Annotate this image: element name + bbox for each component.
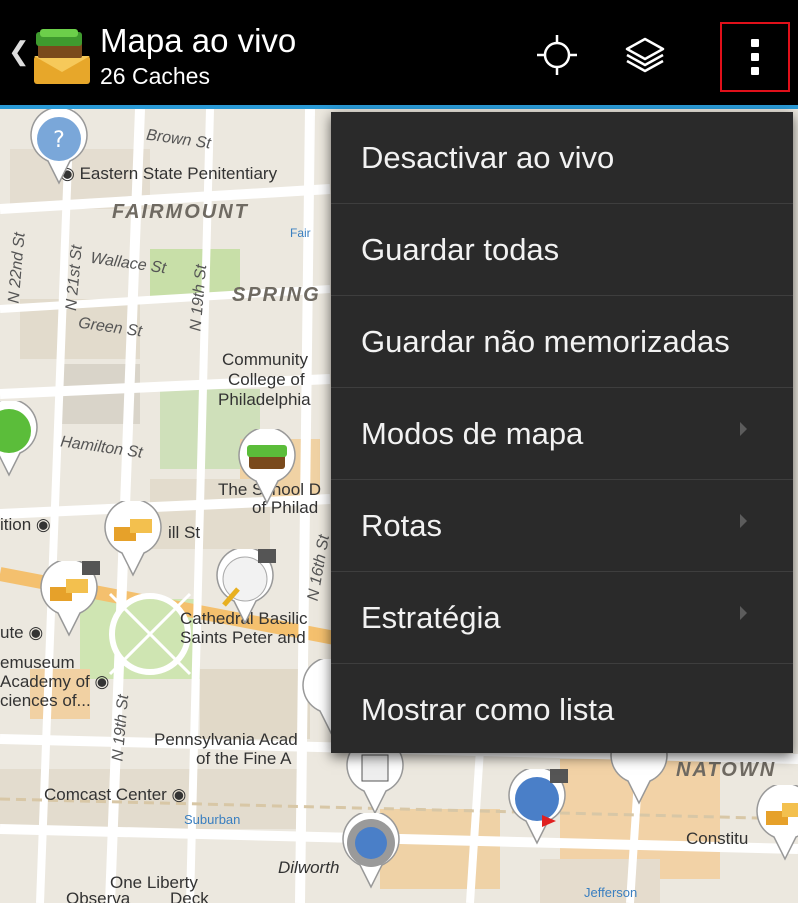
cache-pin-multi-icon[interactable] [38, 561, 100, 637]
map-poi-label: Academy of ◉ [0, 672, 110, 691]
cache-pin-mystery-icon[interactable] [506, 769, 568, 845]
map-poi-label: ill St [168, 523, 201, 542]
menu-item-label: Guardar todas [361, 231, 560, 267]
overflow-menu-button[interactable] [720, 22, 790, 92]
map-poi-label: Community [222, 350, 308, 369]
map-poi-label: emuseum [0, 653, 75, 672]
cache-pin-multi-icon[interactable] [754, 785, 798, 861]
menu-item-label: Rotas [361, 507, 442, 543]
map-poi-label: Constitu [686, 829, 749, 848]
map-poi-label: ute ◉ [0, 623, 44, 642]
cache-count: 26 Caches [100, 63, 210, 89]
map-poi-label: Jefferson [584, 885, 638, 900]
menu-item-label: Modos de mapa [361, 415, 584, 451]
menu-item-label: Guardar não memorizadas [361, 323, 730, 359]
more-vertical-icon [751, 36, 759, 78]
submenu-arrow-icon [740, 514, 747, 528]
menu-item-label: Mostrar como lista [361, 691, 615, 727]
menu-item-desactivar-ao-vivo[interactable]: Desactivar ao vivo [331, 112, 793, 204]
map-poi-label: Comcast Center ◉ [44, 785, 187, 804]
menu-item-guardar-nao-memorizadas[interactable]: Guardar não memorizadas [331, 296, 793, 388]
menu-item-label: Estratégia [361, 599, 501, 635]
menu-item-rotas[interactable]: Rotas [331, 480, 793, 572]
layers-icon [625, 37, 665, 73]
map-district-label: FAIRMOUNT [112, 201, 249, 223]
map-district-label: NATOWN [676, 759, 777, 781]
back-chevron-icon[interactable]: ❮ [8, 38, 30, 64]
submenu-arrow-icon [740, 422, 747, 436]
map-poi-label: Philadelphia [218, 390, 311, 409]
map-poi-label: Fair [290, 226, 311, 240]
map-poi-label: ciences of... [0, 691, 91, 710]
submenu-arrow-icon [740, 606, 747, 620]
map-poi-label: Saints Peter and [180, 628, 306, 647]
map-poi-label: Pennsylvania Acad [154, 730, 298, 749]
cache-pin-mystery-icon[interactable] [340, 813, 402, 889]
menu-item-label: Desactivar ao vivo [361, 139, 615, 175]
map-poi-label: ition ◉ [0, 515, 51, 534]
map-poi-label: Suburban [184, 812, 241, 827]
svg-text:?: ? [53, 128, 65, 153]
overflow-menu: Desactivar ao vivo Guardar todas Guardar… [331, 112, 793, 753]
cache-pin-event-icon[interactable] [214, 549, 276, 625]
app-bar: ❮ Mapa ao vivo 26 Caches [0, 0, 798, 105]
menu-item-estrategia[interactable]: Estratégia [331, 572, 793, 664]
app-title: Mapa ao vivo [100, 22, 297, 59]
map-poi-label: of the Fine A [196, 749, 292, 768]
menu-item-mostrar-como-lista[interactable]: Mostrar como lista [331, 664, 793, 755]
map-poi-label: Deck [170, 889, 209, 903]
my-location-button[interactable] [522, 20, 592, 90]
map-poi-label: College of [228, 370, 305, 389]
map-poi-label: Observa [66, 889, 131, 903]
cache-pin-mystery-icon[interactable]: ? [28, 109, 90, 185]
cache-pin-multi-icon[interactable] [102, 501, 164, 577]
map-district-label: SPRING [232, 284, 321, 306]
app-logo-icon[interactable] [30, 26, 96, 88]
my-location-crosshair-icon [537, 35, 577, 75]
map-layers-button[interactable] [610, 20, 680, 90]
menu-item-modos-de-mapa[interactable]: Modos de mapa [331, 388, 793, 480]
cache-pin-traditional-icon[interactable] [236, 429, 298, 505]
menu-item-guardar-todas[interactable]: Guardar todas [331, 204, 793, 296]
map-poi-label: Dilworth [278, 858, 340, 877]
map-poi-label: ◉ Eastern State Penitentiary [60, 164, 278, 183]
cache-pin-traditional-icon[interactable] [0, 401, 40, 477]
